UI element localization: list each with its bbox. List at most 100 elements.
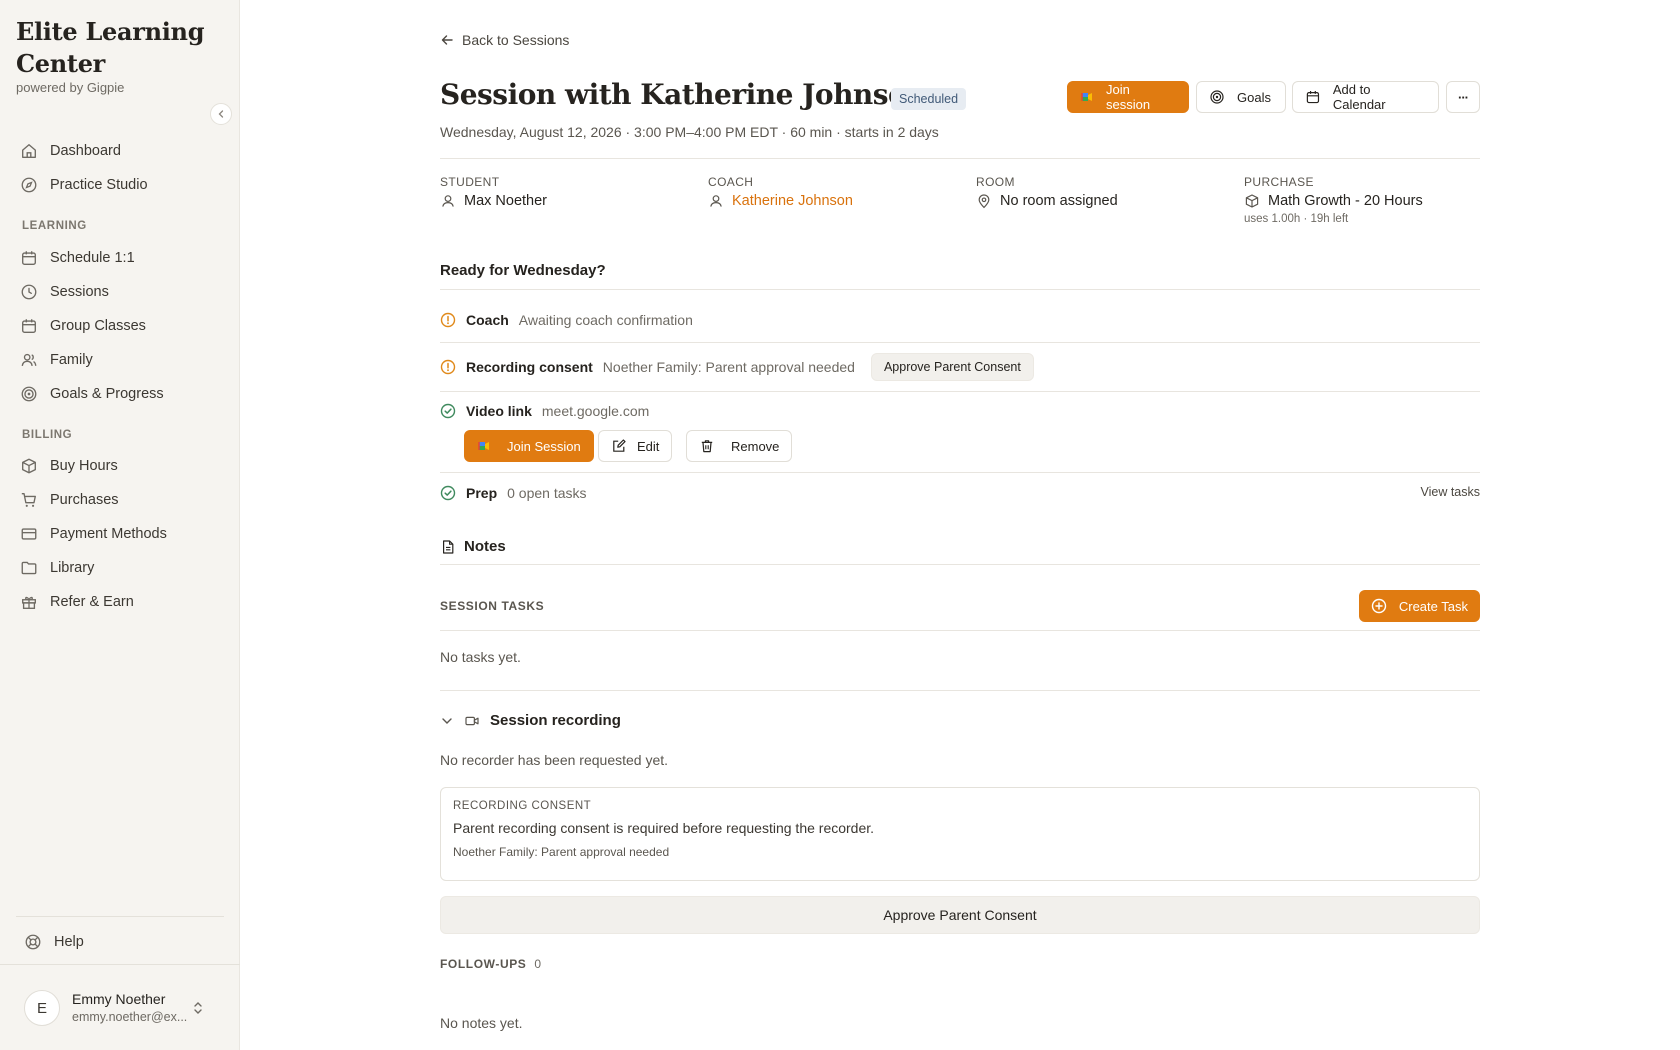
sidebar-item-purchases[interactable]: Purchases (20, 486, 220, 514)
map-pin-icon (978, 194, 990, 209)
sidebar-item-label: Practice Studio (50, 177, 148, 193)
alert-circle-icon (440, 312, 456, 328)
remove-video-link-button[interactable]: Remove (686, 430, 793, 462)
sidebar-item-label: Buy Hours (50, 458, 118, 474)
sidebar-item-sessions[interactable]: Sessions (20, 278, 220, 306)
sidebar-item-label: Purchases (50, 492, 119, 508)
user-icon (710, 195, 722, 207)
section-label-learning: LEARNING (22, 220, 87, 232)
divider (440, 158, 1480, 159)
chevrons-up-down-icon (194, 1002, 202, 1014)
session-recording-title: Session recording (490, 712, 621, 729)
sidebar-item-label: Library (50, 560, 95, 576)
clock-icon (21, 284, 37, 300)
sidebar-item-label: Schedule 1:1 (50, 250, 135, 266)
recording-consent-text: Parent recording consent is required bef… (453, 820, 875, 836)
session-tasks-title: SESSION TASKS (440, 599, 545, 613)
purchase-value: Math Growth - 20 Hours (1268, 193, 1423, 209)
sidebar-item-schedule[interactable]: Schedule 1:1 (20, 244, 220, 272)
brand-name: Elite Learning Center (16, 17, 205, 78)
divider (440, 630, 1480, 631)
coach-label: COACH (708, 175, 754, 189)
notes-heading: Notes (440, 538, 506, 555)
prep-row: Prep 0 open tasks (440, 485, 587, 501)
calendar-icon (22, 251, 36, 265)
sidebar-item-payment-methods[interactable]: Payment Methods (20, 520, 220, 548)
package-icon (22, 458, 36, 474)
session-recording-toggle[interactable]: Session recording (440, 712, 621, 729)
no-recorder-text: No recorder has been requested yet. (440, 752, 669, 768)
cart-icon (21, 493, 36, 507)
sidebar-item-group-classes[interactable]: Group Classes (20, 312, 220, 340)
sidebar-item-refer-earn[interactable]: Refer & Earn (20, 588, 220, 616)
gift-icon (22, 596, 36, 609)
divider (440, 342, 1480, 343)
sidebar-item-practice-studio[interactable]: Practice Studio (20, 171, 220, 199)
sidebar-item-buy-hours[interactable]: Buy Hours (20, 452, 220, 480)
student-info: STUDENT Max Noether (440, 175, 547, 209)
follow-ups-count: 0 (534, 957, 542, 971)
divider (440, 564, 1480, 565)
sidebar-item-label: Group Classes (50, 318, 146, 334)
user-menu[interactable]: E Emmy Noether emmy.noether@ex... (16, 980, 224, 1036)
sidebar: Elite Learning Center powered by Gigpie … (0, 0, 240, 1050)
sidebar-item-goals-progress[interactable]: Goals & Progress (20, 380, 220, 408)
video-link-row: Video link meet.google.com (440, 403, 649, 419)
package-icon (1245, 194, 1259, 208)
recording-consent-status: Noether Family: Parent approval needed (453, 845, 670, 859)
add-to-calendar-button[interactable]: Add to Calendar (1292, 81, 1439, 113)
trash-icon (701, 440, 713, 453)
arrow-left-icon (441, 35, 453, 45)
view-tasks-link[interactable]: View tasks (1420, 485, 1480, 499)
purchase-label: PURCHASE (1244, 175, 1314, 189)
prep-value: 0 open tasks (507, 485, 587, 501)
collapse-sidebar-button[interactable] (210, 103, 232, 125)
coach-name-link[interactable]: Katherine Johnson (732, 193, 853, 209)
follow-ups-label: FOLLOW-UPS (440, 957, 527, 971)
edit-icon (613, 439, 626, 452)
help-label: Help (54, 934, 84, 950)
purchase-usage: uses 1.00h · 19h left (1244, 213, 1349, 225)
follow-ups-header: FOLLOW-UPS 0 (440, 957, 542, 971)
room-value: No room assigned (1000, 193, 1118, 209)
sidebar-item-label: Goals & Progress (50, 386, 164, 402)
sidebar-item-library[interactable]: Library (20, 554, 220, 582)
recording-consent-value: Noether Family: Parent approval needed (602, 359, 855, 375)
calendar-plus-icon (1306, 91, 1320, 104)
sidebar-item-help[interactable]: Help (24, 928, 84, 956)
video-join-label: Join Session (507, 438, 581, 454)
goals-label: Goals (1237, 89, 1271, 105)
target-icon (21, 386, 37, 402)
file-text-icon (443, 539, 454, 554)
create-task-button[interactable]: Create Task (1358, 590, 1480, 622)
back-to-sessions-link[interactable]: Back to Sessions (440, 32, 569, 48)
sidebar-divider (0, 964, 240, 965)
video-link-value[interactable]: meet.google.com (542, 403, 649, 419)
recording-consent-title: RECORDING CONSENT (453, 800, 592, 812)
google-meet-icon (478, 442, 489, 450)
sidebar-item-label: Family (50, 352, 93, 368)
more-actions-button[interactable]: ··· (1446, 81, 1480, 113)
sidebar-item-label: Dashboard (50, 143, 121, 159)
student-name: Max Noether (464, 193, 548, 209)
video-join-session-button[interactable]: Join Session (464, 430, 594, 462)
sidebar-item-family[interactable]: Family (20, 346, 220, 374)
card-icon (21, 528, 37, 540)
google-meet-icon (1081, 93, 1092, 101)
divider (440, 391, 1480, 392)
approve-parent-consent-button[interactable]: Approve Parent Consent (870, 353, 1034, 381)
home-icon (22, 144, 36, 158)
join-session-button[interactable]: Join session (1067, 81, 1189, 113)
notes-title: Notes (464, 538, 506, 555)
chevron-down-icon (442, 717, 452, 724)
ellipsis-icon: ··· (1458, 89, 1469, 105)
sidebar-item-dashboard[interactable]: Dashboard (20, 137, 220, 165)
powered-by: powered by Gigpie (16, 80, 125, 95)
goals-button[interactable]: Goals (1196, 81, 1286, 113)
compass-icon (21, 177, 37, 193)
prep-label: Prep (466, 485, 498, 501)
approve-parent-consent-full-button[interactable]: Approve Parent Consent (440, 896, 1480, 934)
video-camera-icon (465, 716, 479, 725)
edit-video-link-button[interactable]: Edit (598, 430, 673, 462)
back-label: Back to Sessions (462, 32, 570, 48)
